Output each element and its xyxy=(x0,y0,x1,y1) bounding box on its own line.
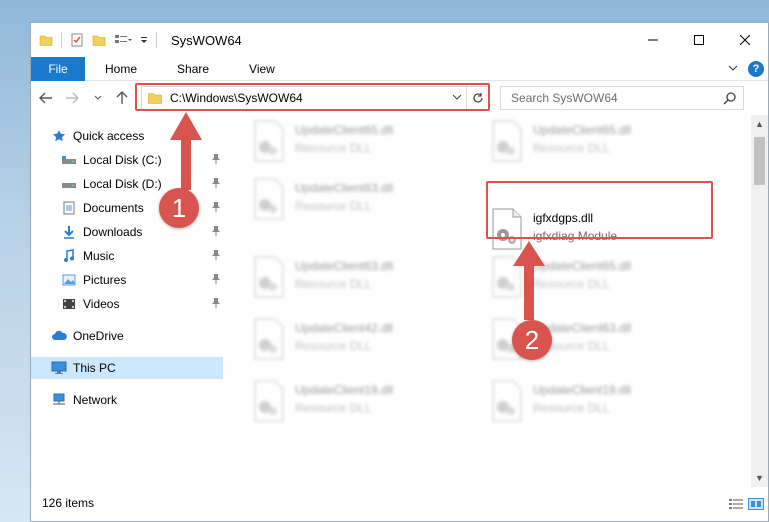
step-badge-2: 2 xyxy=(512,320,552,360)
annotation-arrows xyxy=(170,112,545,320)
arrow-up-icon xyxy=(170,112,202,190)
arrow-up-icon xyxy=(513,241,545,320)
step-badge-1: 1 xyxy=(159,188,199,228)
